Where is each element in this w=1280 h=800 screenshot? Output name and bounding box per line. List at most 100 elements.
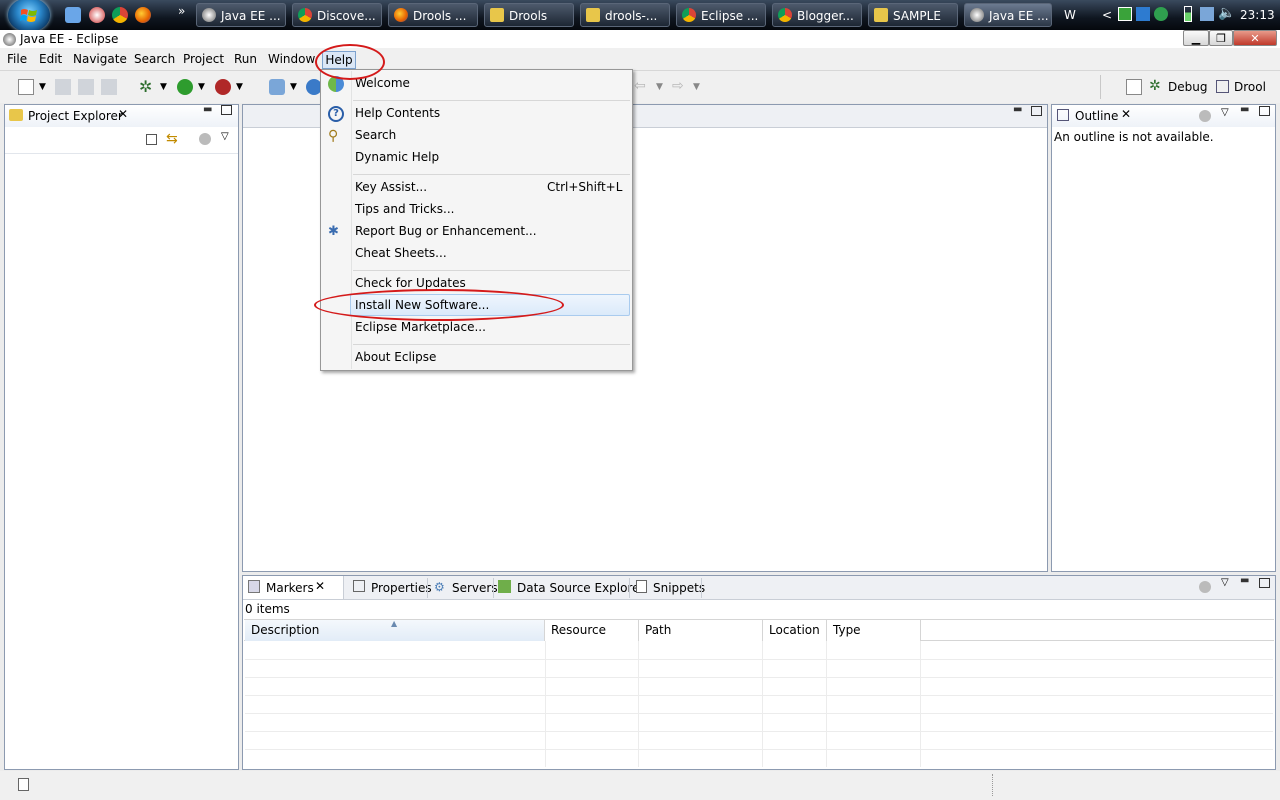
language-indicator[interactable]: W: [1064, 8, 1076, 22]
view-menu-icon[interactable]: ▽: [221, 131, 229, 142]
outline-title[interactable]: Outline: [1075, 109, 1118, 123]
fast-view-icon[interactable]: [18, 778, 29, 791]
chevron-down-icon[interactable]: ▼: [160, 82, 167, 92]
clock[interactable]: 23:13: [1240, 8, 1275, 22]
menu-item-search[interactable]: Search: [355, 128, 396, 142]
taskbar-button[interactable]: Discove...: [292, 3, 382, 27]
taskbar-button[interactable]: Blogger...: [772, 3, 862, 27]
forward-arrow-icon[interactable]: ⇨: [672, 78, 684, 94]
back-arrow-icon[interactable]: ⇦: [634, 78, 646, 94]
chrome-icon[interactable]: [112, 7, 128, 23]
save-all-icon[interactable]: [78, 79, 94, 95]
maximize-button[interactable]: ❐: [1209, 30, 1233, 46]
taskbar-button[interactable]: Java EE ...: [964, 3, 1052, 27]
menu-file[interactable]: File: [7, 52, 27, 66]
taskbar-button[interactable]: drools-...: [580, 3, 670, 27]
column-header-path[interactable]: Path: [639, 620, 763, 641]
drools-perspective-icon[interactable]: [1216, 80, 1229, 93]
menu-navigate[interactable]: Navigate: [73, 52, 127, 66]
minimize-icon[interactable]: ▬: [1240, 104, 1249, 115]
perspective-debug[interactable]: Debug: [1168, 80, 1207, 94]
print-icon[interactable]: [101, 79, 117, 95]
tray-app-icon[interactable]: [1118, 7, 1132, 21]
column-header-description[interactable]: Description ▲: [245, 619, 545, 641]
column-header-location[interactable]: Location: [763, 620, 827, 641]
project-explorer-title[interactable]: Project Explorer: [28, 109, 123, 123]
tray-expand-chevron[interactable]: <: [1102, 8, 1112, 22]
menu-edit[interactable]: Edit: [39, 52, 62, 66]
show-desktop-icon[interactable]: [65, 7, 81, 23]
menu-item-help-contents[interactable]: Help Contents: [355, 106, 440, 120]
menu-item-cheat-sheets[interactable]: Cheat Sheets...: [355, 246, 447, 260]
minimize-icon[interactable]: ▬: [1013, 104, 1022, 115]
menu-project[interactable]: Project: [183, 52, 224, 66]
minimize-button[interactable]: ▁: [1183, 30, 1209, 46]
maximize-icon[interactable]: [1259, 106, 1270, 116]
chevron-down-icon[interactable]: ▼: [290, 82, 297, 92]
link-with-editor-icon[interactable]: ⇆: [166, 131, 178, 147]
start-button[interactable]: [8, 0, 50, 32]
menu-item-tips-and-tricks[interactable]: Tips and Tricks...: [355, 202, 454, 216]
close-icon[interactable]: ✕: [1121, 107, 1131, 121]
network-icon[interactable]: [1200, 7, 1214, 21]
table-row: [245, 659, 1273, 660]
close-icon[interactable]: ✕: [118, 107, 128, 121]
taskbar-button[interactable]: Java EE ...: [196, 3, 286, 27]
taskbar-button[interactable]: SAMPLE: [868, 3, 958, 27]
view-menu-icon[interactable]: ▽: [1221, 577, 1229, 588]
maximize-icon[interactable]: [221, 105, 232, 115]
column-header-resource[interactable]: Resource: [545, 620, 639, 641]
view-menu-icon[interactable]: ▽: [1221, 107, 1229, 118]
firefox-icon[interactable]: [135, 7, 151, 23]
menu-item-about-eclipse[interactable]: About Eclipse: [355, 350, 436, 364]
open-perspective-icon[interactable]: [1126, 79, 1142, 95]
quicklaunch-app-icon[interactable]: [89, 7, 105, 23]
maximize-icon[interactable]: [1031, 106, 1042, 116]
tray-app-icon[interactable]: [1136, 7, 1150, 21]
menu-window[interactable]: Window: [268, 52, 315, 66]
minimize-icon[interactable]: ▬: [203, 104, 212, 115]
perspective-drools[interactable]: Drool: [1234, 80, 1266, 94]
chevron-down-icon[interactable]: ▼: [39, 82, 46, 92]
tab-properties[interactable]: Properties: [371, 581, 432, 595]
menu-item-dynamic-help[interactable]: Dynamic Help: [355, 150, 439, 164]
taskbar-button[interactable]: Drools ...: [388, 3, 478, 27]
filter-icon[interactable]: [1199, 110, 1211, 122]
chevron-down-icon[interactable]: ▼: [198, 82, 205, 92]
debug-perspective-icon[interactable]: ✲: [1149, 78, 1161, 94]
close-icon[interactable]: ✕: [315, 579, 325, 593]
menu-item-report-bug[interactable]: Report Bug or Enhancement...: [355, 224, 537, 238]
tray-app-icon[interactable]: [1154, 7, 1168, 21]
debug-icon[interactable]: ✲: [139, 79, 155, 95]
tab-snippets[interactable]: Snippets: [653, 581, 705, 595]
maximize-icon[interactable]: [1259, 578, 1270, 588]
column-header-type[interactable]: Type: [827, 620, 921, 641]
taskbar-button[interactable]: Drools: [484, 3, 574, 27]
chevron-down-icon[interactable]: ▼: [693, 82, 700, 92]
tab-servers[interactable]: Servers: [452, 581, 498, 595]
run-icon[interactable]: [177, 79, 193, 95]
tab-data-source-explorer[interactable]: Data Source Explorer: [517, 581, 644, 595]
table-row: [245, 731, 1273, 732]
collapse-all-icon[interactable]: [146, 134, 157, 145]
save-icon[interactable]: [55, 79, 71, 95]
tab-markers-label[interactable]: Markers: [266, 581, 314, 595]
volume-icon[interactable]: 🔈: [1218, 5, 1235, 21]
chevron-down-icon[interactable]: ▼: [656, 82, 663, 92]
menu-run[interactable]: Run: [234, 52, 257, 66]
taskbar-overflow-chevron[interactable]: »: [178, 4, 185, 18]
taskbar-button[interactable]: Eclipse ...: [676, 3, 766, 27]
new-server-icon[interactable]: [269, 79, 285, 95]
external-tools-icon[interactable]: [215, 79, 231, 95]
new-icon[interactable]: [18, 79, 34, 95]
menu-item-eclipse-marketplace[interactable]: Eclipse Marketplace...: [355, 320, 486, 334]
chevron-down-icon[interactable]: ▼: [236, 82, 243, 92]
minimize-icon[interactable]: ▬: [1240, 575, 1249, 586]
menu-item-check-for-updates[interactable]: Check for Updates: [355, 276, 466, 290]
menu-search[interactable]: Search: [134, 52, 175, 66]
menu-item-key-assist[interactable]: Key Assist...: [355, 180, 427, 194]
filter-icon[interactable]: [199, 133, 211, 145]
close-button[interactable]: ✕: [1233, 30, 1277, 46]
battery-icon[interactable]: [1184, 6, 1192, 22]
filter-icon[interactable]: [1199, 581, 1211, 593]
